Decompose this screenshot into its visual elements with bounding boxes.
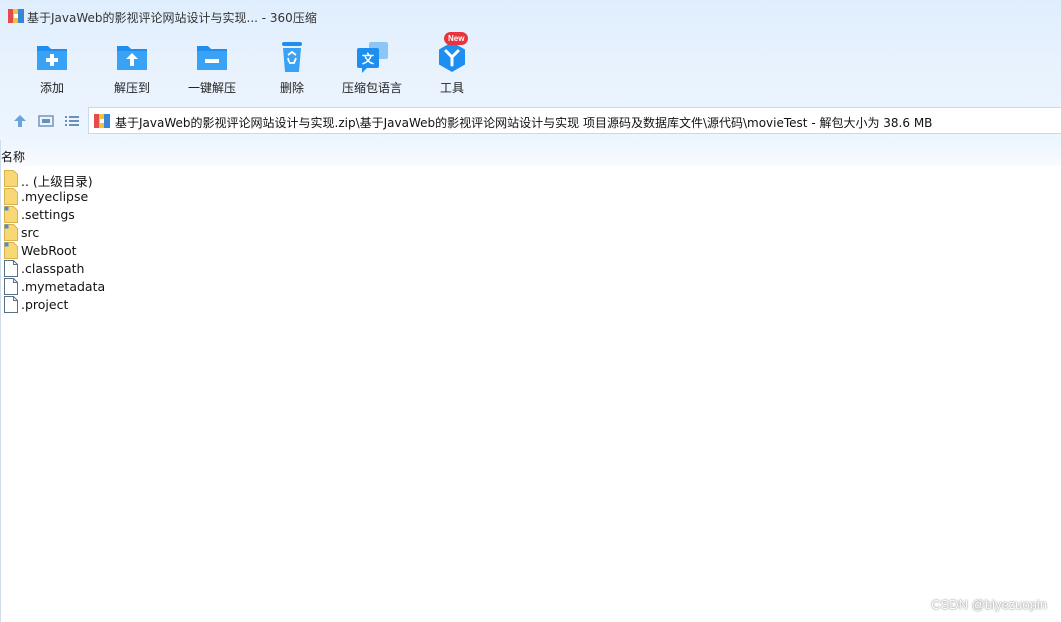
tools-button[interactable]: New 工具: [412, 32, 492, 98]
list-item-name: src: [21, 225, 40, 240]
svg-text:文: 文: [362, 51, 375, 66]
folder-icon: [4, 206, 18, 223]
list-view-icon[interactable]: [64, 113, 80, 129]
one-click-extract-button[interactable]: 一键解压: [172, 38, 252, 98]
one-click-extract-icon: [197, 46, 227, 70]
column-header-name[interactable]: 名称: [1, 148, 25, 165]
file-icon: [4, 260, 18, 277]
one-click-extract-label: 一键解压: [187, 81, 236, 95]
tools-icon: [439, 42, 465, 72]
list-item[interactable]: .settings: [0, 205, 1061, 223]
language-icon: 文: [357, 42, 388, 73]
toolbar: 添加 解压到 一键解压 删除 文 压缩包语言 New 工具: [0, 32, 1061, 100]
watermark: CSDN @biyezuopin: [931, 597, 1047, 612]
folder-icon: [4, 242, 18, 259]
address-bar[interactable]: 基于JavaWeb的影视评论网站设计与实现.zip\基于JavaWeb的影视评论…: [88, 107, 1061, 134]
list-item[interactable]: .mymetadata: [0, 277, 1061, 295]
file-icon: [4, 278, 18, 295]
navigation-bar: 基于JavaWeb的影视评论网站设计与实现.zip\基于JavaWeb的影视评论…: [0, 106, 1061, 136]
list-item-name: .settings: [21, 207, 75, 222]
list-item[interactable]: .myeclipse: [0, 187, 1061, 205]
up-arrow-icon[interactable]: [12, 113, 28, 129]
folder-icon: [4, 188, 18, 205]
list-item-name: .project: [21, 297, 69, 312]
file-list: .. (上级目录) .myeclipse .settings src WebRo…: [0, 169, 1061, 313]
delete-button[interactable]: 删除: [252, 38, 332, 98]
list-item-name: WebRoot: [21, 243, 77, 258]
extract-to-label: 解压到: [113, 81, 150, 95]
list-item-name: .classpath: [21, 261, 85, 276]
archive-window: 基于JavaWeb的影视评论网站设计与实现... - 360压缩 添加 解压到: [0, 0, 1061, 622]
folder-icon: [4, 224, 18, 241]
list-item[interactable]: .classpath: [0, 259, 1061, 277]
list-item[interactable]: .project: [0, 295, 1061, 313]
list-item[interactable]: WebRoot: [0, 241, 1061, 259]
add-label: 添加: [39, 81, 64, 95]
tools-label: 工具: [439, 81, 464, 95]
title-bar[interactable]: 基于JavaWeb的影视评论网站设计与实现... - 360压缩: [0, 0, 1061, 34]
new-badge: New: [444, 32, 469, 45]
add-button[interactable]: 添加: [12, 38, 92, 98]
extract-to-button[interactable]: 解压到: [92, 38, 172, 98]
file-icon: [4, 296, 18, 313]
extract-to-icon: [117, 46, 147, 70]
archive-file-icon: [94, 114, 110, 128]
archive-app-icon: [8, 9, 24, 23]
window-title: 基于JavaWeb的影视评论网站设计与实现... - 360压缩: [27, 11, 317, 25]
list-item-name: .mymetadata: [21, 279, 106, 294]
delete-label: 删除: [279, 81, 304, 95]
thumbnail-view-icon[interactable]: [38, 113, 54, 129]
list-item[interactable]: src: [0, 223, 1061, 241]
list-item-name: .myeclipse: [21, 189, 89, 204]
list-item-parent-directory[interactable]: .. (上级目录): [0, 169, 1061, 189]
archive-language-button[interactable]: 文 压缩包语言: [332, 38, 412, 98]
archive-language-label: 压缩包语言: [341, 81, 402, 95]
address-path: 基于JavaWeb的影视评论网站设计与实现.zip\基于JavaWeb的影视评论…: [115, 116, 933, 130]
folder-icon: [4, 170, 18, 187]
list-header: 名称: [0, 140, 1061, 166]
add-folder-icon: [37, 46, 67, 70]
recycle-bin-icon: [282, 42, 302, 72]
